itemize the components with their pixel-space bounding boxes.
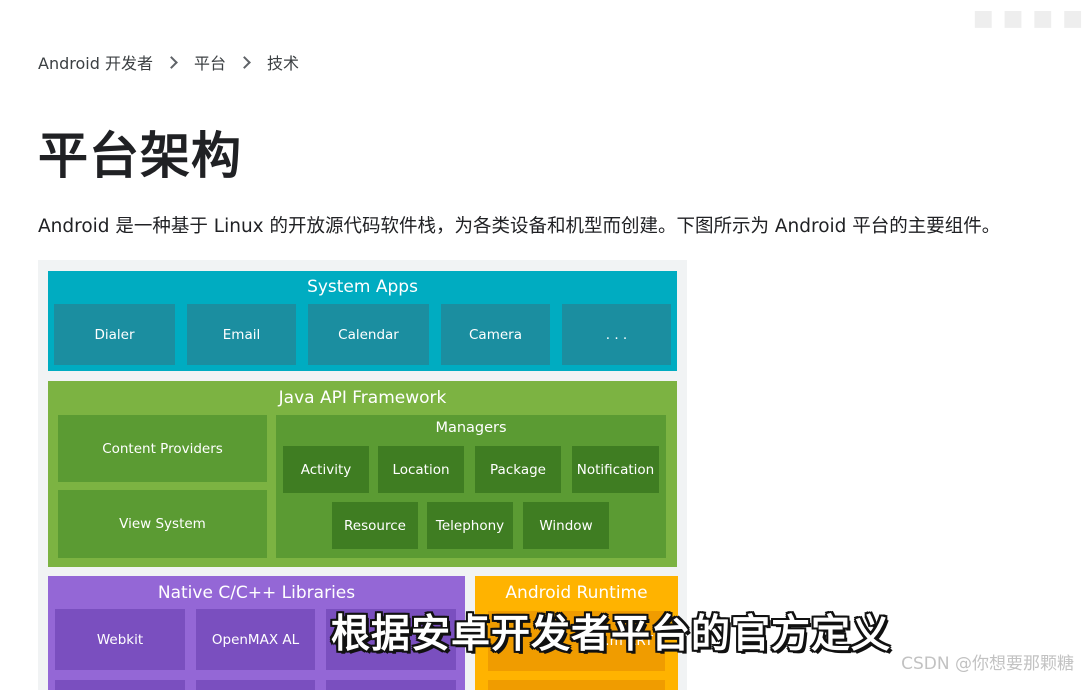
intro-paragraph: Android 是一种基于 Linux 的开放源代码软件栈，为各类设备和机型而创… xyxy=(38,216,1001,237)
app-more: . . . xyxy=(562,304,671,365)
managers-block: Managers Activity Location Package Notif… xyxy=(276,415,666,558)
manager-window: Window xyxy=(523,502,609,549)
lib-openmax-al: OpenMAX AL xyxy=(196,609,315,670)
view-system-block: View System xyxy=(58,490,267,558)
chevron-right-icon xyxy=(165,55,178,69)
manager-package: Package xyxy=(475,446,561,493)
video-subtitle: 根据安卓开发者平台的官方定义 xyxy=(331,612,892,657)
page: ■ ■ ■ ■ Android 开发者 平台 技术 平台架构 Android 是… xyxy=(0,0,1090,690)
manager-notification: Notification xyxy=(572,446,659,493)
app-email: Email xyxy=(187,304,296,365)
java-api-title: Java API Framework xyxy=(278,388,447,408)
lib-webkit: Webkit xyxy=(55,609,185,670)
android-runtime-title: Android Runtime xyxy=(505,583,648,603)
lib-row2-b xyxy=(196,680,315,690)
breadcrumb: Android 开发者 平台 技术 xyxy=(38,50,299,74)
top-watermark: ■ ■ ■ ■ xyxy=(972,6,1084,31)
app-dialer: Dialer xyxy=(54,304,175,365)
manager-location: Location xyxy=(378,446,464,493)
lib-row2-a xyxy=(55,680,185,690)
system-apps-layer: System Apps Dialer Email Calendar Camera… xyxy=(48,271,677,371)
system-apps-title: System Apps xyxy=(307,277,418,297)
breadcrumb-item-technology[interactable]: 技术 xyxy=(267,50,299,74)
manager-telephony: Telephony xyxy=(427,502,513,549)
app-calendar: Calendar xyxy=(308,304,429,365)
breadcrumb-item-android-developers[interactable]: Android 开发者 xyxy=(38,50,153,74)
lib-row2-c xyxy=(326,680,456,690)
csdn-watermark: CSDN @你想要那颗糖 xyxy=(901,654,1074,674)
app-camera: Camera xyxy=(441,304,550,365)
native-libraries-title: Native C/C++ Libraries xyxy=(157,583,356,603)
java-api-framework-layer: Java API Framework Content Providers Vie… xyxy=(48,381,677,567)
content-providers-block: Content Providers xyxy=(58,415,267,482)
runtime-core-block xyxy=(488,680,665,690)
page-title: 平台架构 xyxy=(38,127,242,185)
managers-title: Managers xyxy=(435,420,507,436)
breadcrumb-item-platform[interactable]: 平台 xyxy=(194,50,226,74)
manager-resource: Resource xyxy=(332,502,418,549)
manager-activity: Activity xyxy=(283,446,369,493)
chevron-right-icon xyxy=(238,55,251,69)
